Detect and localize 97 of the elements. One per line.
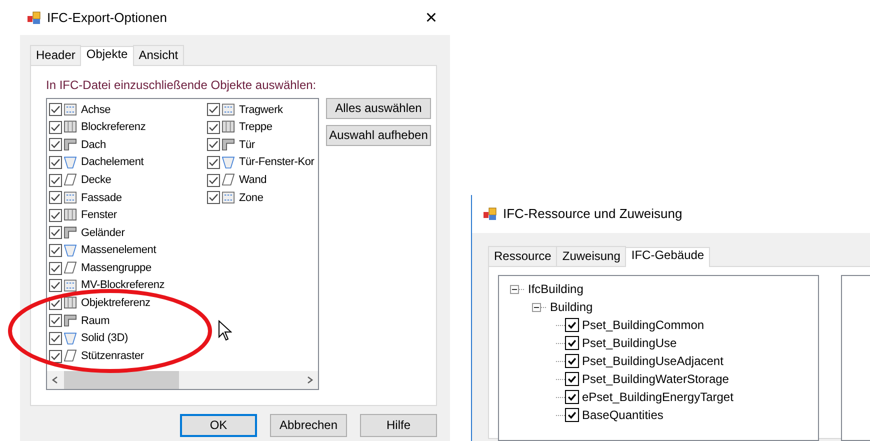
object-type-icon xyxy=(64,226,79,240)
object-label[interactable]: Dachelement xyxy=(81,154,144,171)
window-title: IFC-Ressource und Zuweisung xyxy=(503,205,682,224)
object-type-icon xyxy=(64,120,79,134)
object-label[interactable]: Massengruppe xyxy=(81,260,152,276)
object-type-icon xyxy=(222,120,237,134)
scrollbar-thumb[interactable] xyxy=(64,371,179,389)
tree-label[interactable]: Pset_BuildingWaterStorage xyxy=(582,370,729,388)
checkbox[interactable] xyxy=(49,120,62,134)
object-type-icon xyxy=(222,156,237,170)
object-type-icon xyxy=(64,102,79,117)
checkbox[interactable] xyxy=(565,372,579,386)
object-type-icon xyxy=(64,349,79,364)
checkbox[interactable] xyxy=(49,208,62,222)
checkbox[interactable] xyxy=(207,138,220,152)
checkbox[interactable] xyxy=(49,350,62,363)
object-type-icon xyxy=(222,173,237,188)
app-icon xyxy=(483,207,497,221)
object-label[interactable]: Tragwerk xyxy=(239,102,283,118)
object-label[interactable]: Objektreferenz xyxy=(81,295,150,312)
instruction-text: In IFC-Datei einzuschließende Objekte auswählen: xyxy=(46,77,318,94)
close-button[interactable]: × xyxy=(425,8,437,28)
checkbox[interactable] xyxy=(207,103,220,116)
object-label[interactable]: Fenster xyxy=(81,207,117,224)
action-button[interactable]: Auswahl aufheben xyxy=(326,125,431,146)
object-label[interactable]: Geländer xyxy=(81,224,125,242)
object-label[interactable]: Achse xyxy=(81,102,111,118)
checkbox[interactable] xyxy=(49,191,62,204)
checkbox[interactable] xyxy=(49,279,62,292)
object-label[interactable]: Zone xyxy=(239,190,264,206)
object-label[interactable]: Tür xyxy=(239,136,255,154)
object-type-icon xyxy=(64,173,79,188)
app-icon xyxy=(27,10,41,24)
object-type-icon xyxy=(64,314,79,328)
object-label[interactable]: Stützenraster xyxy=(81,348,144,364)
tree-label[interactable]: BaseQuantities xyxy=(582,406,664,424)
checkbox[interactable] xyxy=(49,332,62,346)
object-type-icon xyxy=(64,332,79,346)
object-label[interactable]: Decke xyxy=(81,172,112,188)
object-label[interactable]: Solid (3D) xyxy=(81,330,128,347)
object-label[interactable]: Tür-Fenster-Kor xyxy=(239,154,314,171)
tree-label[interactable]: Pset_BuildingCommon xyxy=(582,316,704,334)
collapse-icon[interactable] xyxy=(510,284,519,294)
object-type-icon xyxy=(222,102,237,117)
object-type-icon xyxy=(64,138,79,152)
mouse-cursor-icon xyxy=(218,320,232,341)
object-type-icon xyxy=(64,261,79,276)
checkbox[interactable] xyxy=(565,408,579,422)
object-type-icon xyxy=(64,190,79,205)
object-label[interactable]: Dach xyxy=(81,136,106,154)
tab[interactable]: Header xyxy=(30,45,82,65)
window-title: IFC-Export-Optionen xyxy=(47,8,167,27)
tree-label[interactable]: Pset_BuildingUse xyxy=(582,334,677,352)
object-type-icon xyxy=(222,190,237,205)
object-label[interactable]: MV-Blockreferenz xyxy=(81,277,165,294)
tab[interactable]: Ressource xyxy=(488,246,558,266)
object-type-icon xyxy=(64,244,79,258)
object-label[interactable]: Raum xyxy=(81,312,110,330)
checkbox[interactable] xyxy=(565,354,579,368)
dialog-button[interactable]: Hilfe xyxy=(360,414,437,437)
checkbox[interactable] xyxy=(207,120,220,134)
checkbox[interactable] xyxy=(565,336,579,350)
tab[interactable]: Ansicht xyxy=(132,45,184,65)
object-type-icon xyxy=(64,156,79,170)
collapse-icon[interactable] xyxy=(532,302,541,312)
object-type-icon xyxy=(222,138,237,152)
tab[interactable]: IFC-Gebäude xyxy=(625,247,710,267)
object-label[interactable]: Massenelement xyxy=(81,242,156,259)
horizontal-scrollbar[interactable] xyxy=(47,371,318,389)
object-label[interactable]: Blockreferenz xyxy=(81,119,146,136)
object-label[interactable]: Treppe xyxy=(239,119,272,136)
tab[interactable]: Objekte xyxy=(80,46,134,66)
checkbox[interactable] xyxy=(565,318,579,332)
checkbox[interactable] xyxy=(207,156,220,170)
checkbox[interactable] xyxy=(49,156,62,170)
checkbox[interactable] xyxy=(49,138,62,152)
action-button[interactable]: Alles auswählen xyxy=(326,98,431,119)
checkbox[interactable] xyxy=(49,314,62,328)
dialog-button[interactable]: OK xyxy=(180,414,258,437)
object-label[interactable]: Fassade xyxy=(81,190,122,206)
object-label[interactable]: Wand xyxy=(239,172,267,188)
checkbox[interactable] xyxy=(207,191,220,204)
object-type-icon xyxy=(64,296,79,310)
object-type-icon xyxy=(64,208,79,222)
tree-label[interactable]: Pset_BuildingUseAdjacent xyxy=(582,352,724,370)
checkbox[interactable] xyxy=(49,226,62,240)
checkbox[interactable] xyxy=(565,390,579,404)
tree-label[interactable]: ePset_BuildingEnergyTarget xyxy=(582,388,734,406)
checkbox[interactable] xyxy=(49,103,62,116)
checkbox[interactable] xyxy=(49,262,62,275)
object-type-icon xyxy=(64,278,79,293)
tree-label[interactable]: Building xyxy=(550,298,593,316)
checkbox[interactable] xyxy=(207,174,220,187)
checkbox[interactable] xyxy=(49,174,62,187)
checkbox[interactable] xyxy=(49,244,62,258)
dialog-button[interactable]: Abbrechen xyxy=(270,414,347,437)
tree-label[interactable]: IfcBuilding xyxy=(528,280,584,298)
